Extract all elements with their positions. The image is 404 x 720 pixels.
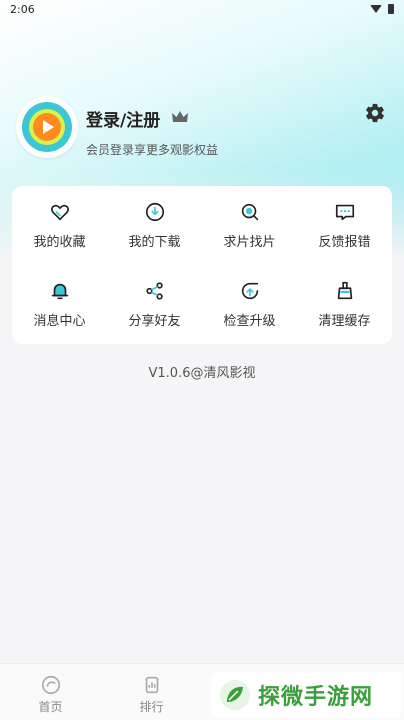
tab-home[interactable]: 首页 [0,664,101,720]
watermark-logo-icon [220,680,250,710]
grid-label: 求片找片 [223,235,276,250]
avatar[interactable] [16,96,78,158]
crown-icon [172,111,188,122]
profile-section[interactable]: 登录/注册 会员登录享更多观影权益 [16,96,388,162]
watermark-text: 探微手游网 [258,685,374,710]
grid-item-favorites[interactable]: 我的收藏 [12,186,107,265]
tab-rank[interactable]: 排行 [101,664,202,720]
grid-item-feedback[interactable]: 反馈报错 [297,186,392,265]
wifi-icon [370,5,382,13]
upgrade-icon [241,282,258,300]
grid-item-share[interactable]: 分享好友 [107,265,202,344]
grid-label: 分享好友 [128,314,181,329]
login-register-link[interactable]: 登录/注册 [86,106,160,131]
grid-label: 我的下载 [128,235,181,250]
grid-label: 消息中心 [33,314,86,329]
download-icon [145,202,164,222]
version-text: V1.0.6@清风影视 [148,366,256,381]
grid-label: 反馈报错 [318,235,371,250]
status-bar: 2:06 [0,0,404,18]
bell-icon [51,283,68,300]
status-icons [370,4,394,14]
status-time: 2:06 [10,2,35,16]
share-icon [145,282,163,300]
grid-item-clear-cache[interactable]: 清理缓存 [297,265,392,344]
grid-item-request-film[interactable]: 求片找片 [202,186,297,265]
grid-label: 我的收藏 [33,235,86,250]
grid-label: 检查升级 [223,314,276,329]
grid-item-check-update[interactable]: 检查升级 [202,265,297,344]
watermark: 探微手游网 [212,672,402,718]
tab-label: 首页 [38,699,63,714]
search-film-icon [241,203,258,221]
grid-item-messages[interactable]: 消息中心 [12,265,107,344]
home-icon [41,675,60,694]
grid-item-downloads[interactable]: 我的下载 [107,186,202,265]
feedback-icon [335,204,354,221]
tab-label: 排行 [139,699,164,714]
login-subtitle: 会员登录享更多观影权益 [86,143,219,157]
broom-icon [337,281,352,300]
app-logo-icon [22,102,72,152]
heart-icon [50,204,69,221]
feature-grid: 我的收藏 我的下载 求片找片 反馈报错 消息中心 分享好友 检查升级 清理缓存 [12,186,392,344]
gear-icon[interactable] [364,102,386,124]
grid-label: 清理缓存 [318,314,371,329]
battery-icon [388,4,394,14]
rank-icon [145,676,158,693]
